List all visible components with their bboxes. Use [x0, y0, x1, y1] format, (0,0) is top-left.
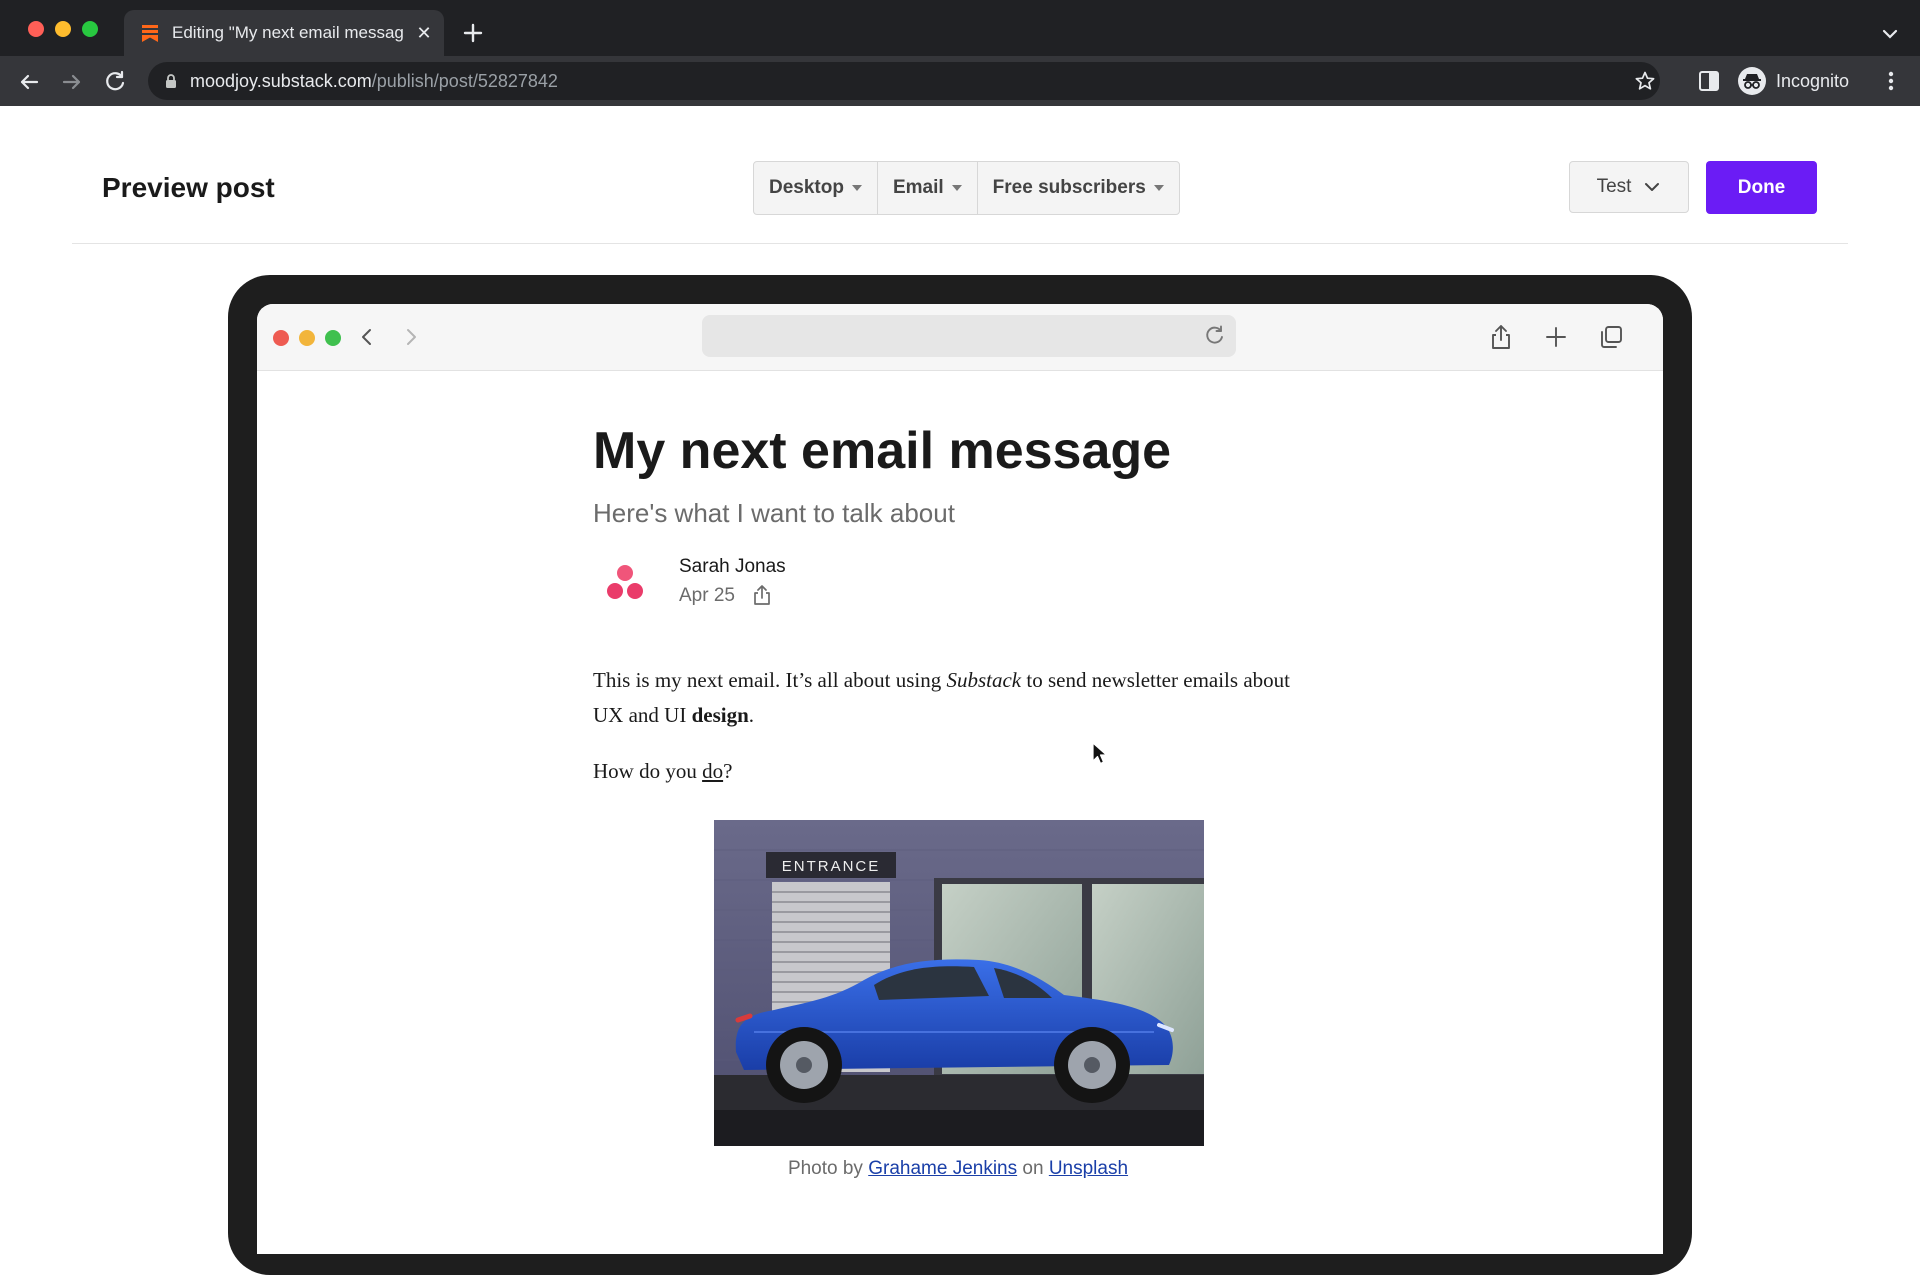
photographer-link[interactable]: Grahame Jenkins	[868, 1158, 1017, 1179]
caret-down-icon	[951, 185, 962, 191]
close-tab-icon[interactable]: ✕	[412, 21, 436, 45]
more-menu-icon[interactable]	[1878, 68, 1904, 94]
tabs-overview-icon	[1601, 326, 1622, 348]
paragraph-bold: design	[691, 703, 749, 727]
reload-icon[interactable]	[101, 68, 129, 96]
image-caption: Photo by Grahame Jenkins on Unsplash	[593, 1157, 1323, 1181]
unsplash-link[interactable]: Unsplash	[1049, 1158, 1128, 1179]
back-arrow-icon[interactable]	[15, 68, 43, 96]
share-icon	[1492, 325, 1510, 349]
mock-address-bar	[702, 315, 1236, 357]
browser-tab-active[interactable]: Editing "My next email messag ✕	[124, 10, 444, 56]
close-window-button[interactable]	[28, 21, 44, 37]
mock-minimize-dot	[299, 330, 315, 346]
browser-tab-strip: Editing "My next email messag ✕	[0, 0, 1920, 56]
post-paragraph: This is my next email. It’s all about us…	[593, 663, 1323, 733]
address-bar[interactable]: moodjoy.substack.com/publish/post/528278…	[148, 62, 1660, 100]
paragraph-text: ?	[723, 759, 733, 783]
lock-icon	[166, 74, 176, 88]
post-date: Apr 25	[679, 585, 735, 606]
minimize-window-button[interactable]	[55, 21, 71, 37]
device-select-label: Desktop	[769, 177, 844, 198]
chevron-down-icon[interactable]	[1876, 20, 1904, 48]
paragraph-text: This is my next email. It’s all about us…	[593, 668, 947, 692]
side-panel-icon[interactable]	[1696, 68, 1722, 94]
paragraph-text: .	[748, 703, 754, 727]
post-subtitle: Here's what I want to talk about	[593, 498, 955, 528]
incognito-label: Incognito	[1776, 71, 1850, 91]
audience-select-label: Free subscribers	[992, 177, 1146, 198]
caret-down-icon	[851, 185, 862, 191]
post-image: ENTRANCE	[714, 820, 1204, 1146]
preview-browser-toolbar	[257, 304, 1663, 371]
header-divider	[72, 243, 1848, 244]
tab-title: Editing "My next email messag	[172, 23, 404, 42]
audience-select[interactable]: Free subscribers	[978, 162, 1179, 214]
forward-arrow-icon[interactable]	[58, 68, 86, 96]
caption-text: Photo by	[787, 1158, 869, 1179]
publication-logo-icon	[607, 565, 643, 599]
caption-text: on	[1017, 1158, 1049, 1179]
entrance-sign-text: ENTRANCE	[782, 858, 881, 875]
done-button[interactable]: Done	[1706, 161, 1817, 214]
format-select-label: Email	[892, 177, 944, 198]
mouse-cursor-icon	[1092, 742, 1108, 765]
mock-maximize-dot	[325, 330, 341, 346]
new-tab-icon[interactable]	[458, 18, 488, 48]
caret-down-icon	[1153, 185, 1164, 191]
post-title: My next email message	[593, 422, 1172, 480]
url-text: moodjoy.substack.com/publish/post/528278…	[190, 71, 558, 91]
incognito-profile-button[interactable]: Incognito	[1736, 63, 1864, 99]
device-select[interactable]: Desktop	[754, 162, 878, 214]
mock-close-dot	[273, 330, 289, 346]
paragraph-emphasis: Substack	[946, 668, 1022, 692]
format-select[interactable]: Email	[878, 162, 978, 214]
author-name[interactable]: Sarah Jonas	[679, 555, 786, 579]
url-host: moodjoy.substack.com	[190, 71, 372, 91]
paragraph-text: How do you	[593, 759, 703, 783]
substack-favicon-icon	[142, 25, 158, 42]
browser-toolbar: moodjoy.substack.com/publish/post/528278…	[0, 56, 1920, 106]
preview-browser-window: My next email message Here's what I want…	[257, 304, 1663, 1254]
chevron-right-icon	[407, 329, 416, 345]
share-icon[interactable]	[751, 584, 773, 606]
maximize-window-button[interactable]	[82, 21, 98, 37]
chevron-down-icon	[1645, 183, 1660, 191]
incognito-icon	[1738, 67, 1766, 95]
page-title: Preview post	[102, 172, 275, 203]
bookmark-star-icon[interactable]	[1634, 70, 1656, 92]
url-path: /publish/post/52827842	[371, 71, 558, 91]
paragraph-link[interactable]: do	[702, 759, 723, 783]
chevron-left-icon	[362, 329, 371, 345]
reload-icon	[1206, 325, 1223, 344]
post-paragraph: How do you do?	[593, 754, 1323, 789]
test-button-label: Test	[1596, 176, 1632, 197]
test-button[interactable]: Test	[1569, 161, 1689, 213]
preview-options-group: Desktop Email Free subscribers	[753, 161, 1180, 215]
plus-icon	[1546, 327, 1566, 347]
